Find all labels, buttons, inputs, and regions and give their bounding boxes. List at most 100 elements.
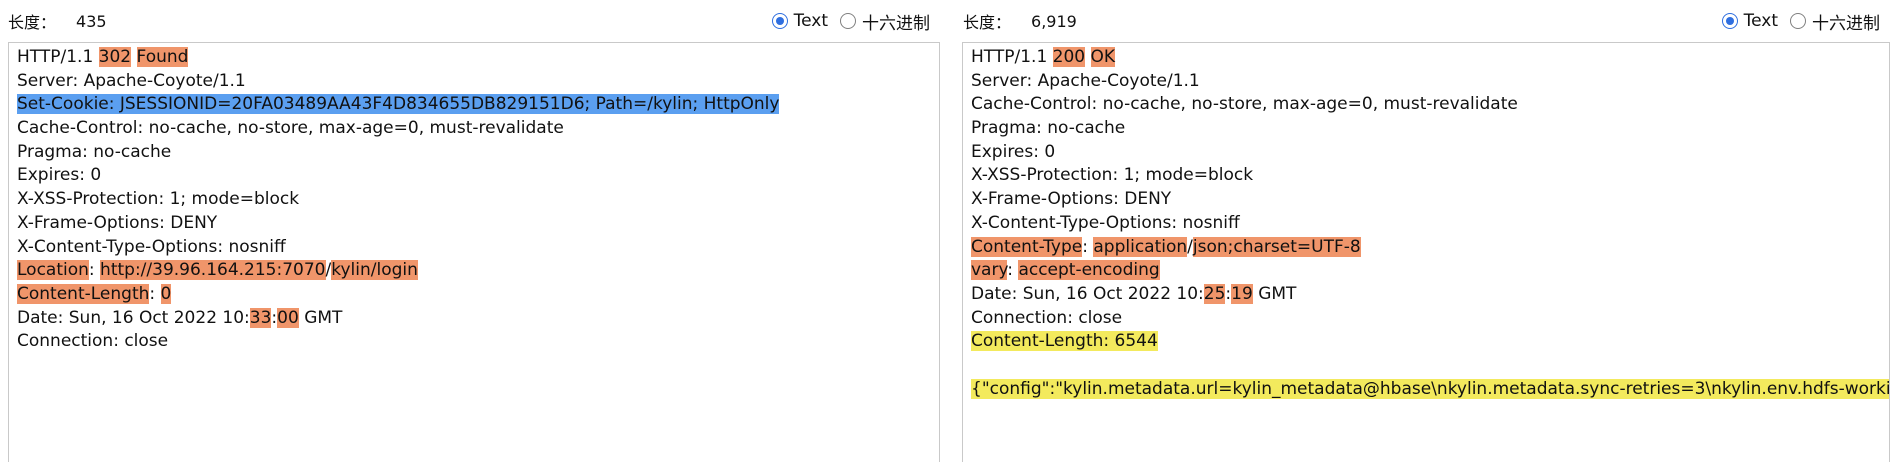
- text-segment: [131, 47, 136, 67]
- highlighted-segment: Content-Type: [971, 236, 1083, 257]
- highlighted-segment: 19: [1231, 283, 1253, 304]
- response-line: Pragma: no-cache: [971, 117, 1889, 141]
- response-line: Date: Sun, 16 Oct 2022 10:33:00 GMT: [17, 307, 939, 331]
- left-response-editor[interactable]: HTTP/1.1 302 Found Server: Apache-Coyote/…: [8, 42, 940, 462]
- right-hex-radio-label: 十六进制: [1812, 13, 1880, 34]
- right-response-pane: 长度： 6,919 Text 十六进制 HTTP/1.1 200 OK Serve…: [955, 0, 1890, 462]
- response-line: X-Frame-Options: DENY: [971, 188, 1889, 212]
- response-line: Server: Apache-Coyote/1.1: [971, 70, 1889, 94]
- left-response-text: HTTP/1.1 302 Found Server: Apache-Coyote/…: [9, 43, 939, 354]
- text-segment: HTTP/1.1: [971, 47, 1053, 67]
- response-line: Content-Length: 0: [17, 283, 939, 307]
- highlighted-segment: Content-Length: [17, 283, 150, 304]
- left-view-mode-radios: Text 十六进制: [760, 0, 930, 42]
- response-line: Connection: close: [17, 330, 939, 354]
- highlighted-segment: OK: [1090, 47, 1116, 67]
- right-text-radio-label: Text: [1743, 11, 1778, 31]
- response-line: Server: Apache-Coyote/1.1: [17, 70, 939, 94]
- highlighted-segment: accept-encoding: [1018, 260, 1160, 281]
- text-segment: [1085, 47, 1090, 67]
- text-segment: Server: Apache-Coyote/1.1: [971, 70, 1200, 91]
- right-length-value: 6,919: [1031, 11, 1077, 31]
- response-line: {"config":"kylin.metadata.url=kylin_meta…: [971, 378, 1889, 402]
- response-line: Expires: 0: [17, 164, 939, 188]
- left-hex-radio-label: 十六进制: [862, 13, 930, 34]
- text-segment: Date: Sun, 16 Oct 2022 10:: [17, 307, 250, 328]
- highlighted-segment: application: [1093, 236, 1188, 257]
- response-line: Set-Cookie: JSESSIONID=20FA03489AA43F4D8…: [17, 93, 939, 117]
- right-view-mode-radios: Text 十六进制: [1710, 0, 1880, 42]
- highlighted-segment: 25: [1203, 283, 1226, 304]
- right-pane-header: 长度： 6,919 Text 十六进制: [955, 0, 1890, 42]
- text-segment: Expires: 0: [971, 141, 1056, 162]
- text-segment: X-Content-Type-Options: nosniff: [17, 236, 286, 257]
- highlighted-segment: http://39.96.164.215:7070: [100, 260, 326, 281]
- text-segment: :: [88, 260, 101, 281]
- left-hex-radio[interactable]: 十六进制: [840, 9, 930, 34]
- response-line: HTTP/1.1 200 OK: [971, 46, 1889, 70]
- response-line: Content-Length: 6544: [971, 330, 1889, 354]
- text-segment: HTTP/1.1: [17, 47, 99, 67]
- left-text-radio[interactable]: Text: [771, 11, 828, 31]
- response-line: Cache-Control: no-cache, no-store, max-a…: [971, 93, 1889, 117]
- right-length-label: 长度：: [963, 13, 1012, 32]
- response-line: X-Content-Type-Options: nosniff: [17, 236, 939, 260]
- text-segment: :: [1082, 236, 1094, 257]
- text-segment: X-XSS-Protection: 1; mode=block: [17, 189, 300, 210]
- radio-unchecked-icon[interactable]: [840, 13, 856, 29]
- text-segment: GMT: [298, 307, 343, 328]
- text-segment: Expires: 0: [17, 165, 102, 186]
- response-line: Location: http://39.96.164.215:7070/kyli…: [17, 259, 939, 283]
- text-segment: X-Content-Type-Options: nosniff: [971, 212, 1240, 233]
- left-text-radio-label: Text: [793, 11, 828, 31]
- highlighted-segment: Set-Cookie: JSESSIONID=20FA03489AA43F4D8…: [17, 94, 780, 115]
- highlighted-segment: json;charset=UTF-8: [1192, 236, 1361, 257]
- highlighted-segment: kylin/login: [331, 260, 418, 281]
- text-segment: :: [149, 283, 161, 304]
- response-line: Cache-Control: no-cache, no-store, max-a…: [17, 117, 939, 141]
- response-line: Date: Sun, 16 Oct 2022 10:25:19 GMT: [971, 283, 1889, 307]
- highlighted-segment: vary: [971, 260, 1008, 281]
- right-response-text: HTTP/1.1 200 OK Server: Apache-Coyote/1.1…: [963, 43, 1889, 401]
- response-line: X-XSS-Protection: 1; mode=block: [17, 188, 939, 212]
- text-segment: X-Frame-Options: DENY: [971, 189, 1172, 210]
- text-segment: Cache-Control: no-cache, no-store, max-a…: [17, 118, 564, 139]
- response-line: X-Frame-Options: DENY: [17, 212, 939, 236]
- text-segment: X-XSS-Protection: 1; mode=block: [971, 165, 1254, 186]
- radio-checked-icon[interactable]: [1721, 13, 1738, 29]
- highlighted-segment: 302: [98, 47, 132, 67]
- highlighted-segment: 0: [160, 283, 172, 304]
- highlighted-segment: Content-Length: 6544: [971, 331, 1158, 352]
- right-text-radio[interactable]: Text: [1721, 11, 1778, 31]
- highlighted-segment: Found: [136, 47, 189, 67]
- text-segment: Date: Sun, 16 Oct 2022 10:: [971, 283, 1204, 304]
- text-segment: Server: Apache-Coyote/1.1: [17, 70, 246, 91]
- left-length-label: 长度：: [8, 13, 57, 32]
- response-line: vary: accept-encoding: [971, 259, 1889, 283]
- text-segment: Connection: close: [971, 307, 1123, 328]
- right-response-editor[interactable]: HTTP/1.1 200 OK Server: Apache-Coyote/1.1…: [962, 42, 1890, 462]
- response-line: HTTP/1.1 302 Found: [17, 46, 939, 70]
- text-segment: Pragma: no-cache: [971, 118, 1126, 139]
- highlighted-segment: 00: [277, 307, 299, 328]
- highlighted-segment: 200: [1052, 47, 1086, 67]
- text-segment: Pragma: no-cache: [17, 141, 172, 162]
- highlighted-segment: 33: [249, 307, 272, 328]
- response-line: Pragma: no-cache: [17, 141, 939, 165]
- right-hex-radio[interactable]: 十六进制: [1790, 9, 1880, 34]
- left-length-value: 435: [76, 11, 107, 31]
- response-compare-view: 长度： 435 Text 十六进制 HTTP/1.1 302 Found Serv…: [0, 0, 1890, 462]
- response-line: X-XSS-Protection: 1; mode=block: [971, 164, 1889, 188]
- response-line: Content-Type: application/json;charset=U…: [971, 236, 1889, 260]
- response-line: ​: [971, 354, 1889, 378]
- response-line: Expires: 0: [971, 141, 1889, 165]
- text-segment: X-Frame-Options: DENY: [17, 212, 218, 233]
- highlighted-segment: {"config":"kylin.metadata.url=kylin_meta…: [971, 378, 1889, 399]
- text-segment: GMT: [1252, 283, 1297, 304]
- response-line: X-Content-Type-Options: nosniff: [971, 212, 1889, 236]
- radio-unchecked-icon[interactable]: [1790, 13, 1806, 29]
- response-line: Connection: close: [971, 307, 1889, 331]
- text-segment: Cache-Control: no-cache, no-store, max-a…: [971, 94, 1518, 115]
- highlighted-segment: Location: [17, 260, 89, 281]
- radio-checked-icon[interactable]: [771, 13, 788, 29]
